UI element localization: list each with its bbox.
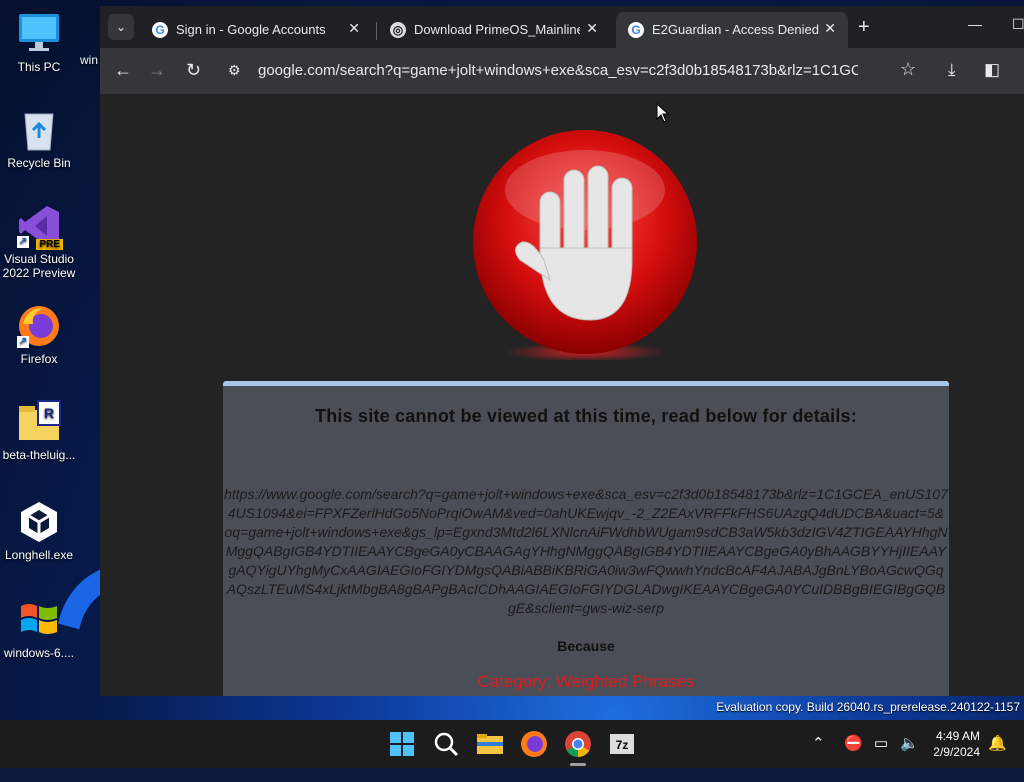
tab-primeos-download[interactable]: ◎ Download PrimeOS_Mainline_0 ✕ <box>378 12 610 48</box>
shortcut-arrow-icon: ↗ <box>17 336 29 348</box>
rar-badge: R <box>37 400 61 426</box>
blocked-url-text: https://www.google.com/search?q=game+jol… <box>224 486 948 616</box>
shortcut-arrow-icon: ↗ <box>17 236 29 248</box>
clock-time: 4:49 AM <box>935 729 980 743</box>
firefox-icon[interactable] <box>518 728 550 760</box>
search-icon[interactable] <box>430 728 462 760</box>
forward-button[interactable]: → <box>148 60 166 80</box>
notification-bell-icon[interactable]: 🔔 <box>988 734 1007 752</box>
side-panel-button[interactable]: ◧ <box>984 60 1000 80</box>
desktop-icon-label: windows-6.... <box>3 646 75 660</box>
google-g-icon: G <box>628 22 644 38</box>
tab-title: Download PrimeOS_Mainline_0 <box>414 22 580 37</box>
desktop-icon-recycle-bin[interactable]: Recycle Bin <box>0 108 78 170</box>
desktop-icon-partial-label: win <box>80 53 99 67</box>
chevron-down-icon: ⌄ <box>115 20 127 34</box>
url-text[interactable]: google.com/search?q=game+jolt+windows+ex… <box>258 62 858 79</box>
tab-separator <box>376 22 377 40</box>
maximize-button[interactable]: ☐ <box>1012 16 1024 33</box>
tab-search-button[interactable]: ⌄ <box>108 14 134 40</box>
maximize-icon: ☐ <box>1012 16 1024 32</box>
volume-icon[interactable]: 🔈 <box>900 734 919 752</box>
address-bar[interactable]: ⚙ google.com/search?q=game+jolt+windows+… <box>220 54 920 88</box>
unity-icon <box>17 500 61 544</box>
plus-icon: + <box>858 16 870 38</box>
desktop-icon-label: beta-theluig... <box>2 448 76 462</box>
chevron-up-icon[interactable]: ⌃ <box>812 734 825 752</box>
minimize-icon: — <box>968 16 982 32</box>
primeos-icon: ◎ <box>390 22 406 38</box>
block-category: Category: Weighted Phrases <box>477 672 695 691</box>
taskbar: 7z ⌃ ⛔ ▭ 🔈 4:49 AM 2/9/2024 🔔 <box>0 720 1024 768</box>
preview-badge: PRE <box>36 239 63 250</box>
7zip-icon[interactable]: 7z <box>606 728 638 760</box>
chrome-icon[interactable] <box>562 728 594 766</box>
clock-date: 2/9/2024 <box>933 745 980 759</box>
stop-hand-icon <box>470 130 700 362</box>
tab-title: Sign in - Google Accounts <box>176 22 326 37</box>
desktop-icon-archive[interactable]: R beta-theluig... <box>0 400 78 462</box>
file-explorer-icon[interactable] <box>474 728 506 760</box>
arrow-left-icon: ← <box>114 60 132 80</box>
tab-google-sign-in[interactable]: G Sign in - Google Accounts ✕ <box>140 12 372 48</box>
arrow-right-icon: → <box>148 60 166 80</box>
desktop-icon-label: Recycle Bin <box>7 156 71 170</box>
site-info-icon[interactable]: ⚙ <box>228 62 241 79</box>
reload-icon: ↻ <box>186 60 202 80</box>
reload-button[interactable]: ↻ <box>186 60 201 80</box>
download-icon: ⤓ <box>948 60 956 79</box>
browser-toolbar: ← → ↻ ⚙ google.com/search?q=game+jolt+wi… <box>100 48 1024 94</box>
desktop-icon-firefox[interactable]: ↗ Firefox <box>0 304 78 366</box>
windows-start-icon[interactable] <box>386 728 418 760</box>
desktop-icon-label: This PC <box>17 60 61 74</box>
tab-e2guardian-access-denied[interactable]: G E2Guardian - Access Denied ✕ <box>616 12 848 48</box>
desktop-icon-longhell[interactable]: Longhell.exe <box>0 500 78 562</box>
tab-title: E2Guardian - Access Denied <box>652 22 819 37</box>
visual-studio-icon: ↗ PRE <box>17 204 63 250</box>
computer-icon <box>17 12 61 56</box>
downloads-button[interactable]: ⤓ <box>948 60 956 80</box>
network-icon[interactable]: ⛔ <box>844 734 863 752</box>
because-label: Because <box>557 638 615 654</box>
close-icon[interactable]: ✕ <box>586 20 598 37</box>
recycle-bin-icon <box>17 108 61 152</box>
tab-strip: ⌄ G Sign in - Google Accounts ✕ ◎ Downlo… <box>100 6 1024 48</box>
minimize-button[interactable]: — <box>968 16 982 32</box>
access-denied-page: This site cannot be viewed at this time,… <box>100 94 1024 696</box>
evaluation-watermark: Evaluation copy. Build 26040.rs_prerelea… <box>716 700 1020 714</box>
bookmark-star-icon[interactable]: ☆ <box>900 59 916 80</box>
desktop-icon-label: Firefox <box>20 352 58 366</box>
back-button[interactable]: ← <box>114 60 132 80</box>
close-icon[interactable]: ✕ <box>348 20 360 37</box>
mouse-cursor-icon <box>656 102 670 128</box>
taskbar-clock[interactable]: 4:49 AM 2/9/2024 <box>930 728 980 760</box>
page-heading: This site cannot be viewed at this time,… <box>315 406 857 426</box>
google-g-icon: G <box>152 22 168 38</box>
desktop-icon-windows-iso[interactable]: windows-6.... <box>0 598 78 660</box>
new-tab-button[interactable]: + <box>858 16 870 38</box>
desktop-icon-visual-studio[interactable]: ↗ PRE Visual Studio 2022 Preview <box>0 204 78 280</box>
details-panel: This site cannot be viewed at this time,… <box>223 381 949 696</box>
desktop-icon-label: Visual Studio 2022 Preview <box>2 252 76 280</box>
display-icon[interactable]: ▭ <box>874 734 888 752</box>
chrome-window: ⌄ G Sign in - Google Accounts ✕ ◎ Downlo… <box>100 6 1024 696</box>
winrar-archive-icon: R <box>17 400 61 444</box>
svg-text:7z: 7z <box>616 738 629 752</box>
close-icon[interactable]: ✕ <box>824 20 836 37</box>
desktop-icon-label: Longhell.exe <box>4 548 74 562</box>
firefox-icon: ↗ <box>17 304 61 348</box>
windows-logo-icon <box>17 598 61 642</box>
side-panel-icon: ◧ <box>984 60 1001 79</box>
desktop-icon-this-pc[interactable]: This PC <box>0 12 78 74</box>
